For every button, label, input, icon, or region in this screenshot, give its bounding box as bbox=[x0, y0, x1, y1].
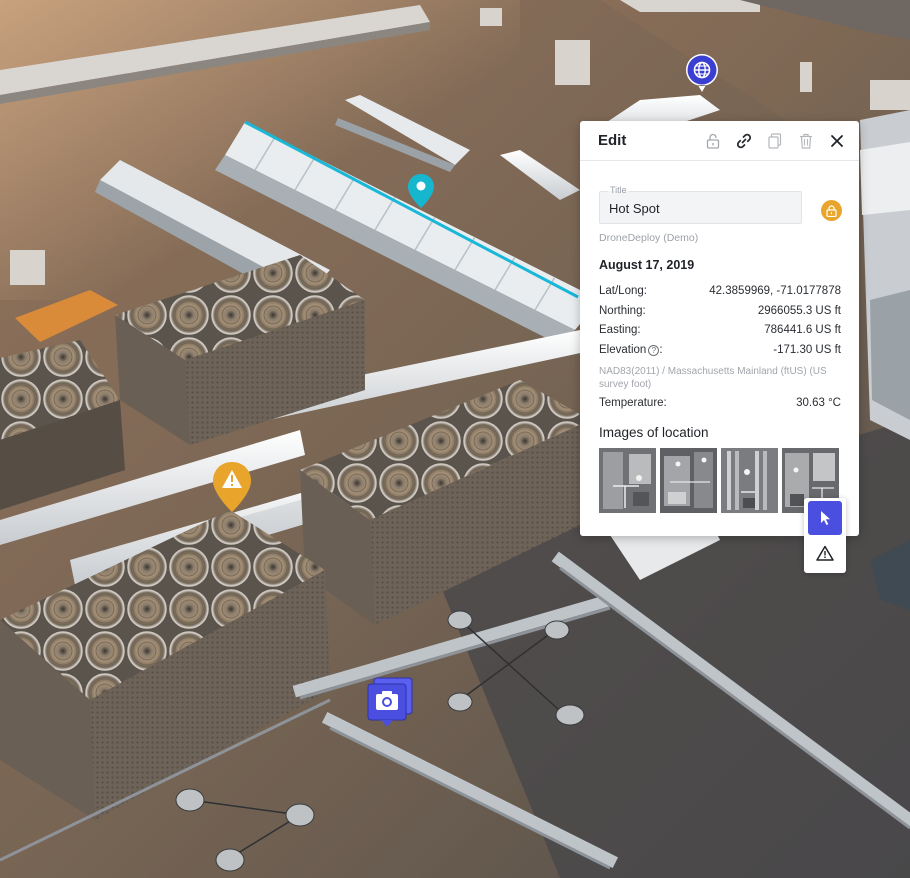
easting-value: 786441.6 US ft bbox=[764, 324, 841, 336]
elevation-value: -171.30 US ft bbox=[773, 344, 841, 356]
warning-tool-button[interactable] bbox=[808, 536, 842, 570]
link-button[interactable] bbox=[732, 129, 756, 153]
coordinate-system-note: NAD83(2011) / Massachusetts Mainland (ft… bbox=[599, 366, 827, 390]
image-thumbnail[interactable] bbox=[599, 448, 656, 513]
capture-date: August 17, 2019 bbox=[599, 258, 695, 272]
lock-icon bbox=[706, 133, 720, 149]
help-icon[interactable]: ? bbox=[648, 345, 660, 356]
close-icon bbox=[831, 134, 843, 147]
trash-icon bbox=[800, 133, 812, 149]
annotation-toolbar bbox=[804, 498, 846, 573]
camera-marker[interactable] bbox=[366, 677, 414, 729]
copy-button[interactable] bbox=[763, 129, 787, 153]
panel-header: Edit bbox=[580, 121, 859, 161]
camera-icon bbox=[367, 677, 413, 727]
warning-icon bbox=[213, 462, 251, 512]
edit-panel: Edit Title Hot Spot DroneDeploy (Demo) A… bbox=[580, 121, 859, 536]
northing-label: Northing: bbox=[599, 305, 646, 317]
globe-marker[interactable] bbox=[684, 52, 720, 94]
panel-title: Edit bbox=[598, 132, 627, 149]
latlong-row: Lat/Long: 42.3859969, -71.0177878 bbox=[599, 285, 841, 297]
source-label: DroneDeploy (Demo) bbox=[599, 232, 699, 244]
close-button[interactable] bbox=[825, 129, 849, 153]
lock-button[interactable] bbox=[701, 129, 725, 153]
hot-spot-warning-marker[interactable] bbox=[211, 460, 253, 514]
northing-value: 2966055.3 US ft bbox=[757, 305, 841, 317]
elevation-row: Elevation?: -171.30 US ft bbox=[599, 344, 841, 356]
image-thumbnails bbox=[599, 448, 839, 513]
northing-row: Northing: 2966055.3 US ft bbox=[599, 305, 841, 317]
elevation-colon: : bbox=[659, 344, 663, 356]
title-input[interactable] bbox=[609, 201, 794, 216]
temperature-row: Temperature: 30.63 °C bbox=[599, 397, 841, 409]
temperature-value: 30.63 °C bbox=[796, 397, 841, 409]
copy-icon bbox=[768, 132, 782, 149]
temperature-label: Temperature: bbox=[599, 397, 667, 409]
select-tool-button[interactable] bbox=[808, 501, 842, 535]
easting-row: Easting: 786441.6 US ft bbox=[599, 324, 841, 336]
latlong-label: Lat/Long: bbox=[599, 285, 647, 297]
latlong-value: 42.3859969, -71.0177878 bbox=[709, 285, 841, 297]
location-pin-icon bbox=[408, 174, 434, 208]
title-lock-toggle[interactable] bbox=[821, 200, 842, 221]
lock-icon bbox=[826, 204, 837, 217]
image-thumbnail[interactable] bbox=[721, 448, 778, 513]
image-thumbnail[interactable] bbox=[660, 448, 717, 513]
easting-label: Easting: bbox=[599, 324, 641, 336]
warning-icon bbox=[816, 545, 834, 561]
title-field-label: Title bbox=[608, 185, 629, 196]
cursor-icon bbox=[821, 511, 830, 525]
images-heading: Images of location bbox=[599, 425, 709, 440]
title-field[interactable]: Title bbox=[599, 185, 802, 224]
elevation-label: Elevation bbox=[599, 344, 647, 356]
delete-button[interactable] bbox=[794, 129, 818, 153]
link-icon bbox=[736, 133, 752, 148]
elevation-label-group: Elevation?: bbox=[599, 344, 663, 356]
location-pin-marker[interactable] bbox=[406, 172, 436, 210]
globe-icon bbox=[686, 54, 718, 92]
